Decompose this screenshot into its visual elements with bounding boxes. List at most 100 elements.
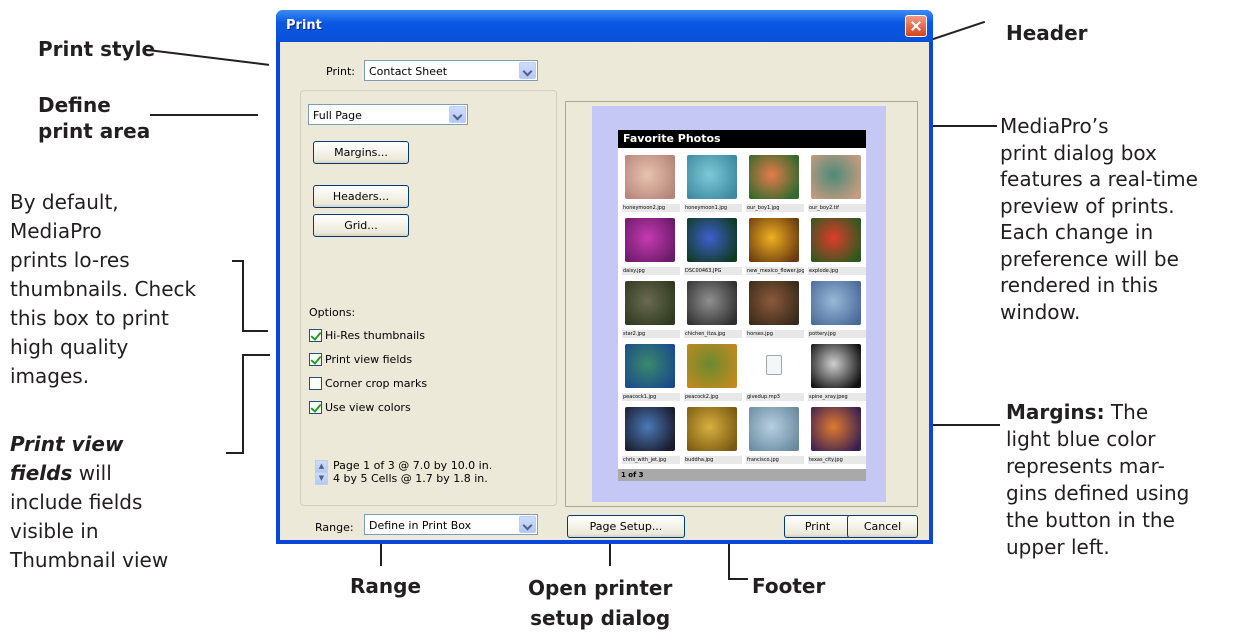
thumbnail-cell: honeymoon1.jpg: [684, 152, 744, 216]
page-setup-button[interactable]: Page Setup...: [567, 515, 685, 538]
thumbnail-caption: pottery.jpg: [808, 330, 866, 338]
thumbnail-caption: honeymoon1.jpg: [684, 204, 742, 212]
thumbnail-caption: our_boy1.jpg: [746, 204, 804, 212]
chevron-down-icon[interactable]: [519, 62, 536, 79]
thumbnail-image: [687, 407, 737, 451]
thumbnail-caption: francisco.jpg: [746, 456, 804, 464]
preview-header: Favorite Photos: [618, 130, 866, 148]
thumbnail-image: [625, 155, 675, 199]
thumbnail-cell: peacock1.jpg: [622, 341, 682, 405]
thumbnail-caption: DSC00463.JPG: [684, 267, 742, 275]
checkbox-icon[interactable]: [309, 401, 322, 414]
annotation-hires-explanation: By default, MediaPro prints lo-res thumb…: [10, 190, 197, 388]
chevron-down-icon[interactable]: [449, 106, 466, 123]
page-info-line-1: Page 1 of 3 @ 7.0 by 10.0 in.: [333, 459, 493, 472]
annotation-footer: Footer: [752, 574, 826, 598]
thumbnail-caption: chris_with_jet.jpg: [622, 456, 680, 464]
margins-button[interactable]: Margins...: [313, 141, 409, 164]
thumbnail-caption: spine_xray.jpeg: [808, 393, 866, 401]
thumbnail-cell: spine_xray.jpeg: [808, 341, 868, 405]
use-view-colors-checkbox[interactable]: Use view colors: [309, 400, 469, 416]
thumbnail-image: [625, 281, 675, 325]
options-list: Hi-Res thumbnails Print view fields Corn…: [309, 328, 509, 428]
print-style-label: Print:: [326, 65, 356, 78]
option-label: Print view fields: [325, 353, 413, 366]
bracket-viewfields-top: [250, 354, 270, 356]
headers-button[interactable]: Headers...: [313, 185, 409, 208]
thumbnail-cell: francisco.jpg: [746, 404, 806, 468]
thumbnail-image: [811, 218, 861, 262]
annotation-print-style: Print style: [38, 37, 156, 61]
range-select[interactable]: Define in Print Box: [364, 514, 538, 535]
dialog-title: Print: [286, 18, 322, 33]
checkbox-icon[interactable]: [309, 353, 322, 366]
close-icon[interactable]: [905, 15, 927, 37]
page-info-line-2: 4 by 5 Cells @ 1.7 by 1.8 in.: [333, 472, 488, 485]
chevron-down-icon[interactable]: [519, 516, 536, 533]
bracket-viewfields-bottom: [226, 452, 244, 454]
thumbnail-cell: chichen_itza.jpg: [684, 278, 744, 342]
page-down-icon[interactable]: ▼: [315, 472, 328, 485]
print-style-select[interactable]: Contact Sheet: [364, 60, 538, 81]
thumbnail-caption: honeymoon2.jpg: [622, 204, 680, 212]
hi-res-thumbnails-checkbox[interactable]: Hi-Res thumbnails: [309, 328, 469, 344]
print-area-select[interactable]: Full Page: [308, 104, 468, 125]
checkbox-icon[interactable]: [309, 329, 322, 342]
thumbnail-caption: new_mexico_flower.jpg: [746, 267, 804, 275]
thumbnail-image: [811, 155, 861, 199]
thumbnail-cell: explode.jpg: [808, 215, 868, 279]
thumbnail-cell: givedup.mp3: [746, 341, 806, 405]
corner-crop-marks-checkbox[interactable]: Corner crop marks: [309, 376, 469, 392]
annotation-print-view-fields: Print view fields will include fields vi…: [10, 432, 169, 572]
thumbnail-image: [749, 281, 799, 325]
annotation-preview-description: MediaPro’s print dialog box features a r…: [1000, 114, 1198, 324]
thumbnail-image: [687, 218, 737, 262]
thumbnail-image: [625, 344, 675, 388]
thumbnail-image: [749, 407, 799, 451]
thumbnail-caption: explode.jpg: [808, 267, 866, 275]
thumbnail-image: [811, 344, 861, 388]
range-label: Range:: [315, 521, 354, 534]
range-value: Define in Print Box: [369, 519, 472, 532]
thumbnail-caption: chichen_itza.jpg: [684, 330, 742, 338]
checkbox-icon[interactable]: [309, 377, 322, 390]
thumbnail-cell: our_boy1.jpg: [746, 152, 806, 216]
thumbnail-cell: texas_city.jpg: [808, 404, 868, 468]
thumbnail-caption: horses.jpg: [746, 330, 804, 338]
thumbnail-cell: daisy.jpg: [622, 215, 682, 279]
thumbnail-cell: star2.jpg: [622, 278, 682, 342]
bracket-hires-bottom: [242, 330, 268, 332]
thumbnail-cell: new_mexico_flower.jpg: [746, 215, 806, 279]
thumbnail-cell: horses.jpg: [746, 278, 806, 342]
thumbnail-cell: our_boy2.tif: [808, 152, 868, 216]
options-label: Options:: [309, 306, 356, 319]
thumbnail-image: [687, 344, 737, 388]
grid-button[interactable]: Grid...: [313, 214, 409, 237]
thumbnail-image: [749, 218, 799, 262]
thumbnail-caption: our_boy2.tif: [808, 204, 866, 212]
annotation-header: Header: [1006, 21, 1088, 45]
print-view-fields-checkbox[interactable]: Print view fields: [309, 352, 469, 368]
thumbnail-image: [811, 281, 861, 325]
thumbnail-image: [625, 218, 675, 262]
bracket-viewfields-top-join: [242, 354, 252, 356]
print-style-value: Contact Sheet: [369, 65, 448, 78]
callout-line-define-print-area: [150, 114, 258, 116]
thumbnail-cell: DSC00463.JPG: [684, 215, 744, 279]
thumbnail-caption: star2.jpg: [622, 330, 680, 338]
thumbnail-image: [811, 407, 861, 451]
option-label: Corner crop marks: [325, 377, 428, 390]
annotation-range: Range: [350, 574, 422, 598]
thumbnail-caption: daisy.jpg: [622, 267, 680, 275]
annotation-open-printer-setup: Open printer setup dialog: [528, 576, 673, 630]
print-button[interactable]: Print: [784, 515, 851, 538]
preview-page: Favorite Photos honeymoon2.jpg honeymoon1…: [618, 130, 866, 481]
annotation-define-print-area: Define print area: [38, 93, 151, 143]
title-bar[interactable]: Print: [276, 10, 933, 42]
thumbnail-cell: chris_with_jet.jpg: [622, 404, 682, 468]
cancel-button[interactable]: Cancel: [847, 515, 918, 538]
thumbnail-cell: peacock2.jpg: [684, 341, 744, 405]
option-label: Hi-Res thumbnails: [325, 329, 425, 342]
thumbnail-cell: honeymoon2.jpg: [622, 152, 682, 216]
thumbnail-caption: givedup.mp3: [746, 393, 804, 401]
